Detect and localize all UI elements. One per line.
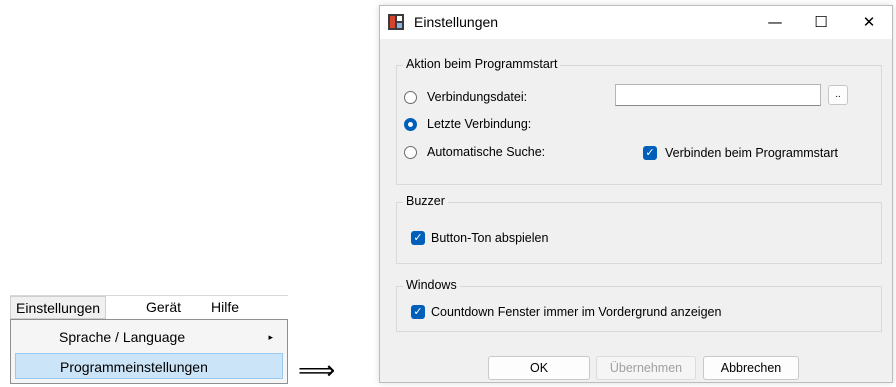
radio-automatische-suche[interactable] [404,146,417,159]
close-button[interactable]: ✕ [846,6,892,39]
countdown-label: Countdown Fenster immer im Vordergrund a… [431,305,722,319]
menu-item-language-label: Sprache / Language [59,329,186,345]
connect-on-start-label: Verbinden beim Programmstart [665,146,838,160]
maximize-button[interactable]: ☐ [798,6,844,39]
minimize-button[interactable]: — [752,6,798,39]
einstellungen-dropdown: Sprache / Language ▸ Programmeinstellung… [10,319,288,384]
startup-group: Aktion beim Programmstart Verbindungsdat… [396,57,882,185]
settings-dialog: Einstellungen — ☐ ✕ Aktion beim Programm… [379,5,893,383]
connect-on-start-checkbox[interactable]: ✓ [643,146,657,160]
app-icon [388,14,404,30]
button-tone-label: Button-Ton abspielen [431,231,549,245]
apply-button[interactable]: Übernehmen [596,356,696,380]
connection-file-input[interactable] [615,84,821,106]
windows-group-label: Windows [403,278,460,292]
windows-group: Windows ✓ Countdown Fenster immer im Vor… [396,278,882,332]
radio-verbindungsdatei-label: Verbindungsdatei: [427,90,528,104]
startup-group-label: Aktion beim Programmstart [403,57,561,71]
ok-button[interactable]: OK [488,356,590,380]
menu-einstellungen[interactable]: Einstellungen [10,296,107,319]
radio-verbindungsdatei[interactable] [404,91,417,104]
menu-hilfe[interactable]: Hilfe [206,296,244,319]
browse-button[interactable]: .. [828,85,848,105]
menu-bar: Einstellungen Gerät Hilfe [10,295,288,320]
radio-letzte-verbindung-label: Letzte Verbindung: [427,117,532,131]
implies-arrow-icon: ⟹ [298,356,336,386]
menu-item-programmeinstellungen[interactable]: Programmeinstellungen [15,353,283,379]
submenu-arrow-icon: ▸ [268,332,273,342]
buzzer-group: Buzzer ✓ Button-Ton abspielen [396,194,882,264]
title-bar: Einstellungen — ☐ ✕ [380,6,892,39]
menu-item-language[interactable]: Sprache / Language ▸ [15,324,283,350]
radio-automatische-suche-label: Automatische Suche: [427,145,546,159]
radio-letzte-verbindung[interactable] [404,118,417,131]
cancel-button[interactable]: Abbrechen [703,356,799,380]
buzzer-group-label: Buzzer [403,194,448,208]
countdown-checkbox[interactable]: ✓ [411,305,425,319]
menu-geraet[interactable]: Gerät [141,296,186,319]
button-tone-checkbox[interactable]: ✓ [411,231,425,245]
dialog-title: Einstellungen [414,14,499,30]
